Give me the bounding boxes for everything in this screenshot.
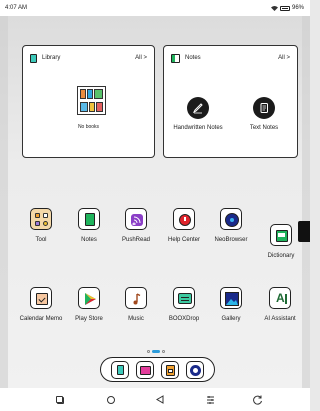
browser-icon xyxy=(220,208,242,230)
right-edge xyxy=(302,16,310,388)
refresh-icon[interactable] xyxy=(251,393,265,407)
app-label: Tool xyxy=(35,237,47,243)
shop-icon[interactable] xyxy=(135,360,154,379)
library-icon xyxy=(30,53,37,63)
no-books-text: No books xyxy=(77,124,100,130)
library-icon[interactable] xyxy=(110,360,129,379)
app-label: Help Center xyxy=(167,237,200,243)
text-notes-label: Text Notes xyxy=(249,125,279,131)
booxdrop-icon xyxy=(173,287,195,309)
refresh-settings-icon[interactable] xyxy=(203,393,217,407)
page-indicator[interactable] xyxy=(147,350,165,353)
pen-icon xyxy=(192,103,203,114)
app-gallery[interactable]: Gallery xyxy=(207,287,255,322)
app-neobrowser[interactable]: NeoBrowser xyxy=(207,208,255,243)
app-label: PushRead xyxy=(121,237,151,243)
calendar-icon xyxy=(30,287,52,309)
app-music[interactable]: Music xyxy=(112,287,160,322)
handwritten-notes-label: Handwritten Notes xyxy=(173,125,223,131)
app-notes[interactable]: Notes xyxy=(65,208,113,243)
app-label: BOOXDrop xyxy=(168,316,200,322)
notes-widget[interactable]: Notes All > Handwritten Notes Text Notes xyxy=(163,45,298,158)
wifi-icon xyxy=(270,5,278,11)
notes-icon xyxy=(78,208,100,230)
battery-percent: 96% xyxy=(291,5,304,11)
storage-icon[interactable] xyxy=(161,360,180,379)
bookshelf-icon xyxy=(77,86,106,115)
help-center-icon xyxy=(173,208,195,230)
pushread-icon xyxy=(125,208,147,230)
library-title: Library xyxy=(42,55,61,61)
page-dot-active[interactable] xyxy=(152,350,160,353)
app-label: Notes xyxy=(81,237,97,243)
gallery-icon xyxy=(220,287,242,309)
status-bar: 4:07 AM 96% xyxy=(0,0,310,16)
app-tool[interactable]: Tool xyxy=(17,208,65,243)
settings-icon[interactable] xyxy=(186,360,205,379)
music-icon xyxy=(125,287,147,309)
app-label: Dictionary xyxy=(267,253,295,259)
recents-icon[interactable] xyxy=(52,393,66,407)
app-label: Music xyxy=(128,316,144,322)
app-pushread[interactable]: PushRead xyxy=(112,208,160,243)
app-label: Calendar Memo xyxy=(19,316,63,322)
page-dot[interactable] xyxy=(162,350,165,353)
notes-title: Notes xyxy=(185,55,201,61)
document-icon xyxy=(260,103,268,113)
back-icon[interactable] xyxy=(153,393,167,407)
text-notes-button[interactable] xyxy=(253,97,275,119)
ai-assistant-icon: A xyxy=(269,287,291,309)
handwritten-notes-button[interactable] xyxy=(187,97,209,119)
app-label: AI Assistant xyxy=(264,316,296,322)
page-dot[interactable] xyxy=(147,350,150,353)
dictionary-icon xyxy=(270,224,292,246)
library-widget[interactable]: Library All > No books xyxy=(22,45,155,158)
app-ai-assistant[interactable]: A AI Assistant xyxy=(256,287,304,322)
battery-icon xyxy=(279,5,290,11)
dock xyxy=(100,357,215,382)
tool-grid-icon xyxy=(30,208,52,230)
library-all-link[interactable]: All > xyxy=(135,55,147,61)
app-label: Gallery xyxy=(221,316,241,322)
notes-widget-icon xyxy=(171,53,180,63)
notes-all-link[interactable]: All > xyxy=(278,55,290,61)
app-label: NeoBrowser xyxy=(214,237,248,243)
left-edge xyxy=(0,16,8,388)
home-icon[interactable] xyxy=(104,393,118,407)
side-drawer-handle[interactable] xyxy=(298,221,310,242)
play-store-icon xyxy=(78,287,100,309)
app-play-store[interactable]: Play Store xyxy=(65,287,113,322)
app-booxdrop[interactable]: BOOXDrop xyxy=(160,287,208,322)
app-help-center[interactable]: Help Center xyxy=(160,208,208,243)
clock-text: 4:07 AM xyxy=(5,5,28,11)
app-label: Play Store xyxy=(75,316,103,322)
system-nav-bar xyxy=(0,388,310,411)
app-calendar-memo[interactable]: Calendar Memo xyxy=(17,287,65,322)
